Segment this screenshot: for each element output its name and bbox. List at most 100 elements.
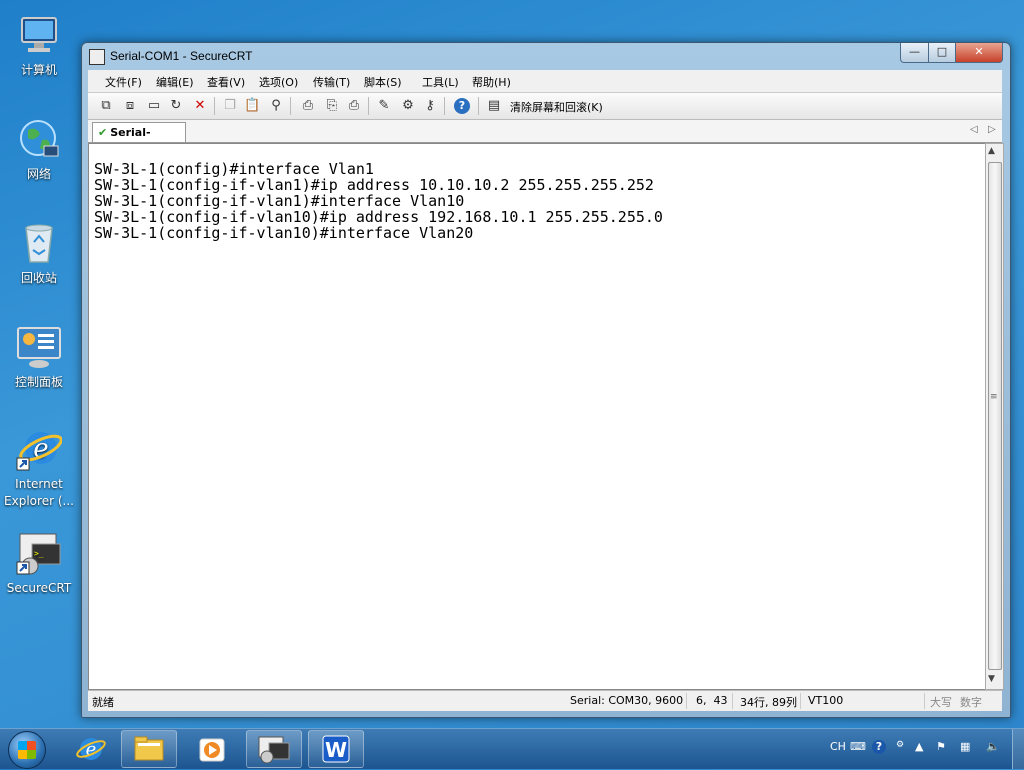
terminal-line: SW-3L-1(config-if-vlan10)#interface Vlan…	[94, 224, 474, 242]
terminal-line: SW-3L-1(config-if-vlan1)#ip address 10.1…	[94, 176, 654, 194]
help-icon[interactable]: ?	[454, 98, 470, 114]
desktop-icon-control-panel[interactable]: 控制面板	[0, 316, 78, 391]
quick-connect-icon[interactable]: ⧈	[122, 98, 138, 114]
reconnect-icon[interactable]: ↻	[168, 98, 184, 114]
keyboard-icon[interactable]: ⌨	[850, 740, 866, 753]
status-separator	[800, 693, 801, 709]
svg-text:W: W	[325, 738, 347, 762]
status-num-lock: 数字	[960, 696, 982, 709]
taskbar-file-explorer[interactable]	[121, 730, 177, 768]
print-icon[interactable]: ⎙	[346, 98, 362, 114]
window-title: Serial-COM1 - SecureCRT	[110, 49, 253, 63]
windows-logo-icon	[18, 741, 36, 759]
svg-text:>_: >_	[34, 549, 44, 558]
scroll-up-arrow-icon[interactable]: ▲	[988, 146, 995, 156]
tab-scroll-right-icon[interactable]: ▷	[988, 124, 996, 135]
status-separator	[732, 693, 733, 709]
desktop-icon-label: 控制面板	[14, 375, 63, 389]
status-cursor-position: 6, 43	[696, 694, 728, 707]
terminal-line: SW-3L-1(config)#interface Vlan1	[94, 160, 374, 178]
status-connection: Serial: COM30, 9600	[570, 694, 684, 707]
minimize-button[interactable]: —	[900, 43, 929, 63]
internet-explorer-icon: e	[76, 738, 106, 760]
find-icon[interactable]: ⚲	[268, 98, 284, 114]
desktop-icon-label: Internet Explorer (...	[4, 477, 74, 508]
media-player-icon	[199, 738, 225, 762]
volume-icon[interactable]: 🔈	[986, 740, 1000, 753]
internet-explorer-icon: e	[16, 426, 63, 472]
menu-script[interactable]: 脚本(S)	[364, 74, 402, 90]
ime-options-icon[interactable]: ⚙	[896, 740, 904, 750]
vertical-scrollbar[interactable]: ▲ ≡ ▼	[985, 143, 1004, 690]
wps-writer-icon: W	[322, 735, 350, 763]
taskbar: e W CH ⌨ ? ⚙ ▲ ⚑ ▦ 🔈	[0, 728, 1024, 769]
scroll-down-arrow-icon[interactable]: ▼	[988, 674, 995, 684]
taskbar-media-player[interactable]	[184, 730, 240, 768]
global-options-icon[interactable]: ⚙	[400, 98, 416, 114]
menu-view[interactable]: 查看(V)	[207, 74, 245, 90]
taskbar-securecrt[interactable]	[246, 730, 302, 768]
tab-scroll-left-icon[interactable]: ◁	[970, 124, 978, 135]
session-tab-bar: ✔Serial-COM1 ◁ ▷	[88, 120, 1002, 158]
toolbar-separator	[214, 97, 215, 115]
desktop-icon-securecrt[interactable]: >_ SecureCRT	[0, 522, 78, 597]
help-tray-icon[interactable]: ?	[872, 740, 886, 754]
show-desktop-button[interactable]	[1012, 729, 1024, 769]
connect-in-tab-icon[interactable]: ▭	[146, 98, 162, 114]
desktop-icon-label: 回收站	[20, 271, 57, 285]
terminal-area[interactable]: SW-3L-1(config)#interface Vlan1 SW-3L-1(…	[88, 143, 987, 690]
securecrt-icon: >_	[16, 530, 62, 576]
status-emulation: VT100	[808, 694, 844, 707]
connect-icon[interactable]: ⧉	[98, 98, 114, 114]
status-caps-lock: 大写	[930, 696, 952, 709]
desktop-icon-computer[interactable]: 计算机	[0, 4, 78, 79]
securecrt-window: Serial-COM1 - SecureCRT — □ ✕ 文件(F) 编辑(E…	[81, 42, 1011, 718]
desktop-icon-internet-explorer[interactable]: e Internet Explorer (...	[0, 418, 78, 510]
menu-file[interactable]: 文件(F)	[105, 74, 142, 90]
print-setup-icon[interactable]: ⎙	[300, 98, 316, 114]
menu-bar: 文件(F) 编辑(E) 查看(V) 选项(O) 传输(T) 脚本(S) 工具(L…	[88, 70, 1002, 93]
terminal-line: SW-3L-1(config-if-vlan10)#ip address 192…	[94, 208, 663, 226]
securecrt-app-icon[interactable]	[89, 49, 105, 65]
taskbar-internet-explorer[interactable]: e	[62, 730, 118, 768]
terminal-line: SW-3L-1(config-if-vlan1)#interface Vlan1…	[94, 192, 465, 210]
maximize-button[interactable]: □	[928, 43, 956, 63]
language-indicator[interactable]: CH	[830, 740, 846, 753]
menu-tools[interactable]: 工具(L)	[422, 74, 459, 90]
start-button[interactable]	[8, 731, 46, 769]
tab-serial-com1[interactable]: ✔Serial-COM1	[92, 122, 186, 158]
close-button[interactable]: ✕	[955, 43, 1003, 63]
scrollbar-thumb[interactable]	[988, 162, 1002, 670]
status-terminal-size: 34行, 89列	[740, 696, 797, 709]
desktop-icon-recycle-bin[interactable]: 回收站	[0, 212, 78, 287]
clear-screen-icon[interactable]: ▤	[486, 98, 502, 114]
window-titlebar[interactable]: Serial-COM1 - SecureCRT — □ ✕	[82, 43, 1010, 69]
menu-transfer[interactable]: 传输(T)	[313, 74, 350, 90]
menu-options[interactable]: 选项(O)	[259, 74, 298, 90]
toolbar-separator	[290, 97, 291, 115]
menu-help[interactable]: 帮助(H)	[472, 74, 511, 90]
toolbar-separator	[478, 97, 479, 115]
paste-icon[interactable]: 📋	[244, 98, 260, 114]
copy-icon[interactable]: ❐	[222, 98, 238, 114]
status-ready: 就绪	[92, 696, 114, 709]
toolbar: ⧉ ⧈ ▭ ↻ ✕ ❐ 📋 ⚲ ⎙ ⎘ ⎙ ✎ ⚙ ⚷ ? ▤ 清除屏幕和回滚(…	[88, 93, 1002, 120]
action-center-flag-icon[interactable]: ⚑	[936, 740, 946, 753]
print-selection-icon[interactable]: ⎘	[324, 98, 340, 114]
disconnect-icon[interactable]: ✕	[192, 98, 208, 114]
desktop-icon-label: 计算机	[20, 63, 57, 77]
key-agent-icon[interactable]: ⚷	[422, 98, 438, 114]
network-status-icon[interactable]: ▦	[960, 740, 970, 753]
show-hidden-icons-icon[interactable]: ▲	[915, 740, 923, 753]
connected-check-icon: ✔	[98, 126, 108, 139]
session-options-icon[interactable]: ✎	[376, 98, 392, 114]
recycle-bin-icon	[16, 220, 62, 266]
status-separator	[686, 693, 687, 709]
menu-edit[interactable]: 编辑(E)	[156, 74, 194, 90]
securecrt-icon	[258, 736, 290, 764]
taskbar-wps-writer[interactable]: W	[308, 730, 364, 768]
desktop-icon-network[interactable]: 网络	[0, 108, 78, 183]
toolbar-separator	[368, 97, 369, 115]
clear-screen-button[interactable]: 清除屏幕和回滚(K)	[510, 99, 603, 115]
file-explorer-icon	[134, 736, 164, 761]
